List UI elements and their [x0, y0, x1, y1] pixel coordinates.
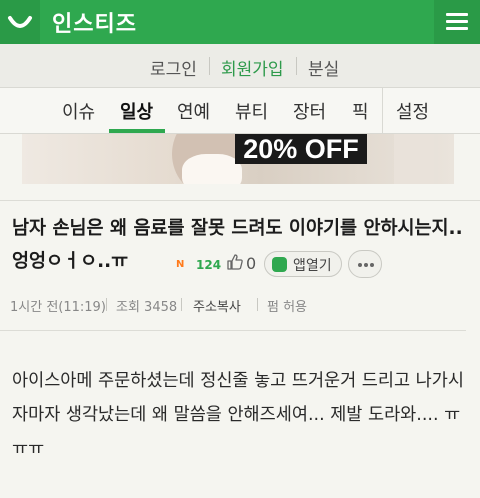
view-count: 조회 3458 [116, 300, 178, 315]
smile-logo-icon [8, 16, 32, 28]
divider [0, 330, 466, 331]
divider [0, 200, 480, 201]
top-header: 인스티즈 [0, 0, 480, 44]
banner-image [182, 154, 242, 184]
divider [296, 57, 297, 75]
open-app-label: 앱열기 [293, 258, 332, 274]
more-dots-icon [358, 263, 362, 267]
hamburger-line [446, 27, 468, 30]
banner-discount-text: 20% OFF [235, 134, 367, 164]
divider [382, 88, 383, 134]
divider [209, 57, 210, 75]
tab-market[interactable]: 장터 [293, 98, 326, 124]
app-icon [272, 257, 287, 272]
login-link[interactable]: 로그인 [150, 55, 197, 80]
like-count: 0 [246, 254, 257, 273]
copy-url-button[interactable]: 주소복사 [193, 296, 241, 315]
thumbs-up-icon[interactable] [226, 253, 244, 271]
banner-image [394, 134, 434, 184]
tab-daily[interactable]: 일상 [120, 98, 153, 124]
logo-button[interactable] [0, 0, 40, 44]
more-dot [364, 263, 368, 267]
more-dot [370, 263, 374, 267]
permission-label: 펌 허용 [267, 300, 308, 315]
hot-count: 124 [196, 258, 222, 272]
divider [257, 298, 258, 311]
tab-beauty[interactable]: 뷰티 [235, 98, 268, 124]
open-app-button[interactable]: 앱열기 [264, 251, 342, 277]
ad-banner[interactable]: 20% OFF [22, 134, 454, 184]
category-tabs: 이슈 일상 연예 뷰티 장터 픽 설정 [0, 88, 480, 134]
brand-title[interactable]: 인스티즈 [52, 6, 137, 38]
divider [106, 298, 107, 311]
post-time: 1시간 전(11:19) [10, 300, 106, 315]
divider [181, 298, 182, 311]
hamburger-menu-button[interactable] [434, 0, 480, 44]
active-tab-indicator [109, 129, 165, 133]
tab-settings[interactable]: 설정 [396, 98, 429, 124]
tab-entertainment[interactable]: 연예 [177, 98, 210, 124]
hamburger-menu-icon [446, 13, 468, 16]
post-body: 아이스아메 주문하셨는데 정신줄 놓고 뜨거운거 드리고 나가시자마자 생각났는… [12, 371, 464, 459]
more-options-button[interactable] [348, 250, 382, 278]
hot-badge: N [176, 259, 185, 270]
tab-pick[interactable]: 픽 [352, 98, 369, 124]
lost-account-link[interactable]: 분실 [308, 55, 339, 80]
auth-bar: 로그인 회원가입 분실 [0, 44, 480, 88]
hamburger-line [446, 20, 468, 23]
signup-link[interactable]: 회원가입 [221, 55, 284, 80]
tab-issue[interactable]: 이슈 [62, 98, 95, 124]
